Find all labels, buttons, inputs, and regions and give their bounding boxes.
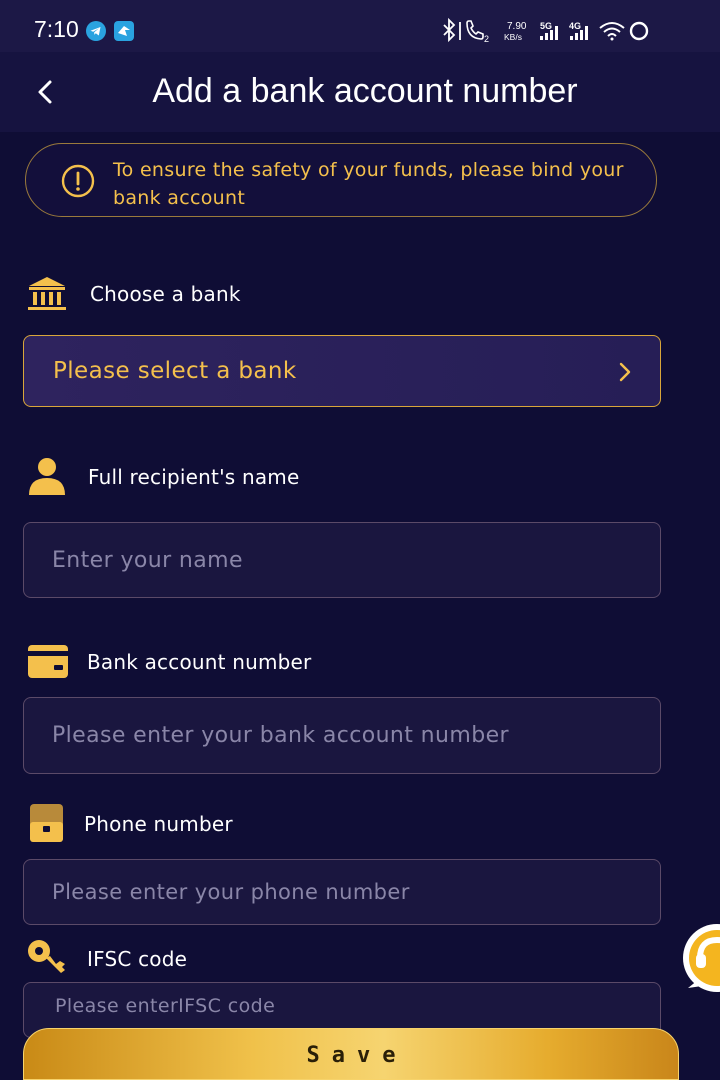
status-bar: 7:10 2 7.90 KB/s 5G 4G [0,0,720,52]
customer-service-button[interactable] [680,922,720,996]
telegram-icon [86,21,106,41]
app-icon [114,21,134,41]
bank-label: Choose a bank [90,282,241,306]
safety-notice: To ensure the safety of your funds, plea… [25,143,657,217]
status-indicators: 2 7.90 KB/s 5G 4G [440,16,650,44]
notice-text: To ensure the safety of your funds, plea… [113,159,624,209]
phone-label: Phone number [84,812,233,836]
person-icon [29,458,65,495]
bank-building-icon [28,277,66,310]
card-icon [28,645,68,678]
account-field[interactable] [23,697,661,774]
status-icons-icon: 2 7.90 KB/s 5G 4G [443,17,649,44]
bank-select[interactable]: Please select a bank [23,335,661,407]
account-label: Bank account number [87,650,312,674]
customer-service-icon [683,924,720,992]
save-button[interactable]: Save [23,1028,679,1080]
warning-icon [61,164,95,198]
svg-text:KB/s: KB/s [504,32,522,42]
name-field[interactable] [23,522,661,598]
page-title: Add a bank account number [152,72,578,110]
name-input[interactable] [24,523,660,597]
chevron-right-icon [619,362,631,382]
svg-text:4G: 4G [569,21,581,31]
header: Add a bank account number [0,52,720,132]
key-icon [28,940,65,973]
svg-text:2: 2 [484,34,489,44]
phone-input[interactable] [24,860,660,924]
save-button-label: Save [306,1043,408,1068]
phone-box-icon [30,804,63,842]
bank-select-value: Please select a bank [53,358,297,384]
svg-text:5G: 5G [540,21,552,31]
phone-field[interactable] [23,859,661,925]
name-label: Full recipient's name [88,465,300,489]
svg-text:7.90: 7.90 [507,21,527,32]
ifsc-label: IFSC code [87,947,188,971]
account-input[interactable] [24,698,660,773]
status-time: 7:10 [34,16,79,42]
